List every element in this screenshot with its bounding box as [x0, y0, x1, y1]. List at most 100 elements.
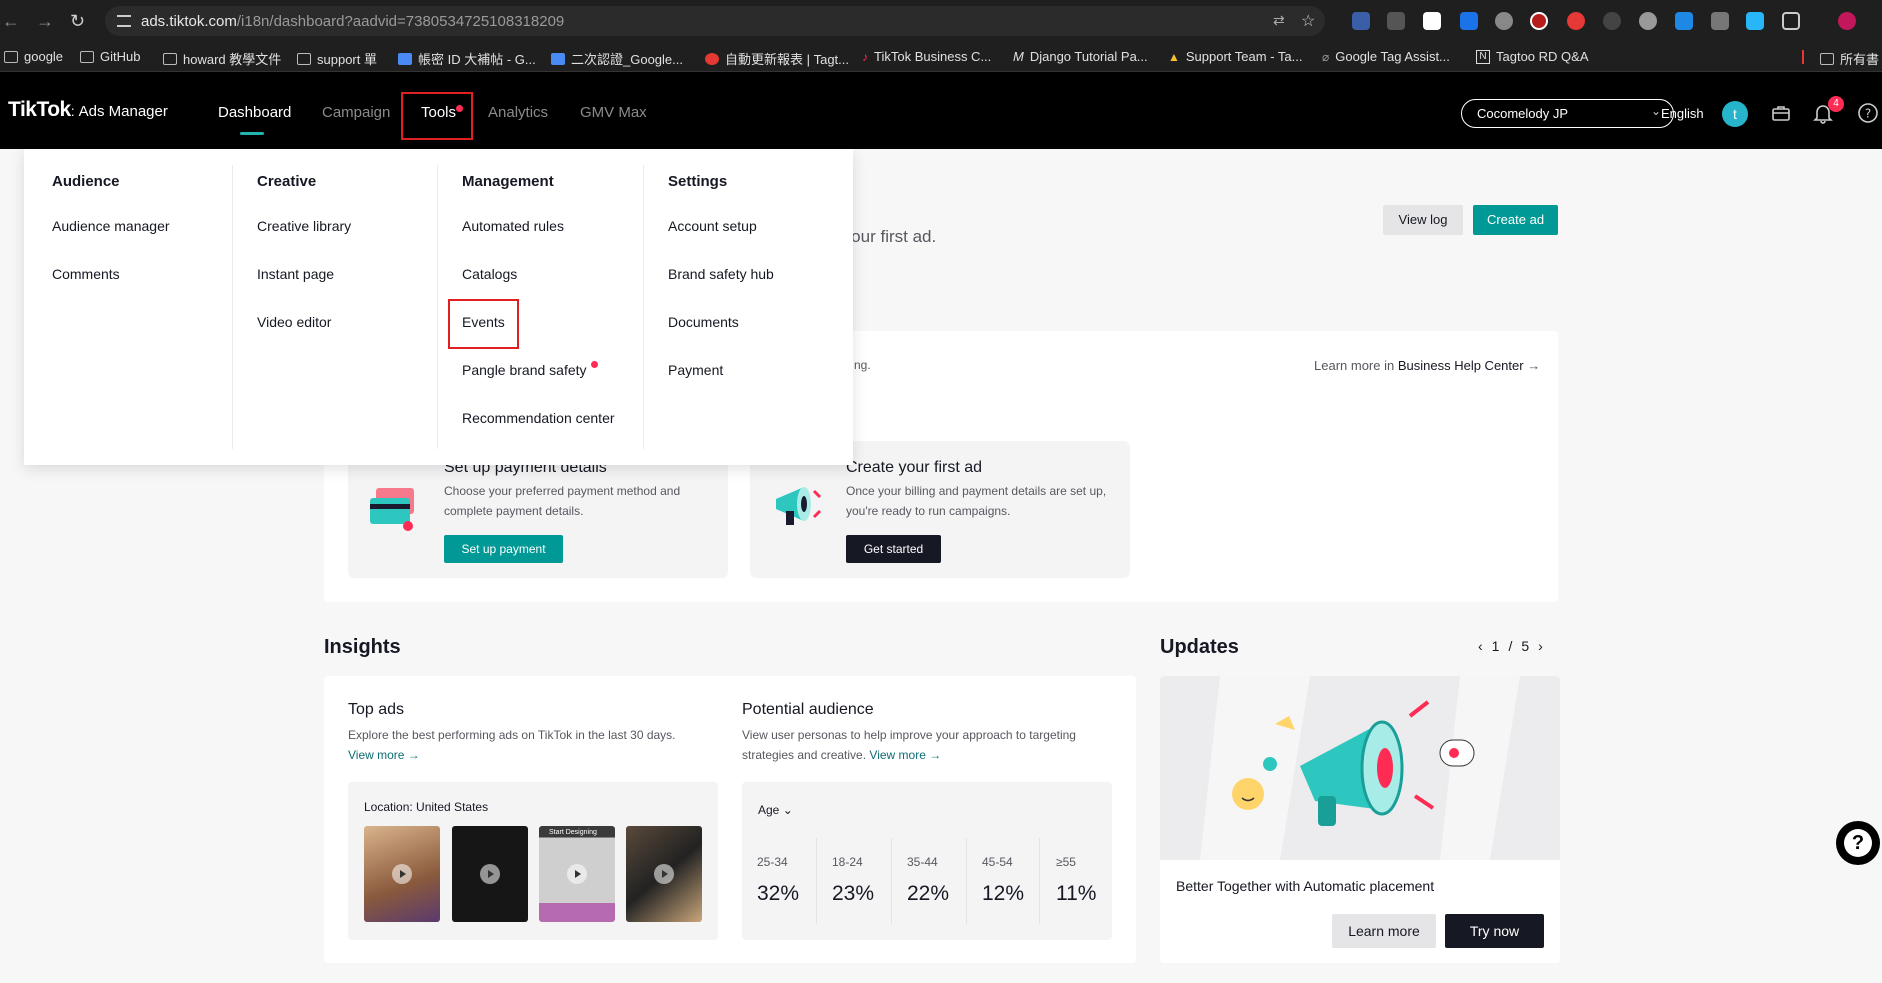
bookmark-item[interactable]: google: [4, 49, 63, 64]
bookmark-item[interactable]: GitHub: [80, 49, 140, 64]
ad-thumbnail[interactable]: [452, 826, 528, 922]
ad-thumbnail[interactable]: Start Designing: [539, 826, 615, 922]
top-ads-panel: Location: United States Start Designing: [348, 782, 718, 940]
play-icon: [480, 864, 500, 884]
doc-icon: [398, 52, 412, 65]
updates-card: Better Together with Automatic placement…: [1160, 676, 1560, 963]
menu-item-instant-page[interactable]: Instant page: [257, 266, 334, 282]
extension-icon[interactable]: [1746, 12, 1764, 30]
menu-item-recommendation-center[interactable]: Recommendation center: [462, 410, 615, 426]
bookmark-item[interactable]: ⌀ Google Tag Assist...: [1322, 49, 1450, 64]
help-center-link[interactable]: Learn more in Business Help Center →: [1314, 358, 1540, 373]
age-filter[interactable]: Age ⌄: [758, 803, 793, 817]
set-up-payment-button[interactable]: Set up payment: [444, 535, 563, 563]
bookmark-item[interactable]: M Django Tutorial Pa...: [1013, 49, 1148, 64]
potential-audience-title: Potential audience: [742, 701, 874, 718]
bookmark-item[interactable]: N Tagtoo RD Q&A: [1476, 49, 1589, 64]
target-icon[interactable]: [1567, 12, 1585, 30]
extension-icon[interactable]: [1460, 12, 1478, 30]
view-log-button[interactable]: View log: [1383, 205, 1463, 235]
bookmark-item[interactable]: 自動更新報表 | Tagt...: [705, 49, 849, 68]
menu-item-catalogs[interactable]: Catalogs: [462, 266, 517, 282]
drive-icon: ▲: [1168, 49, 1180, 64]
menu-item-documents[interactable]: Documents: [668, 314, 739, 330]
folder-icon: [297, 52, 311, 65]
menu-item-account-setup[interactable]: Account setup: [668, 218, 757, 234]
folder-icon: [163, 52, 177, 65]
payment-card-icon: [370, 488, 414, 531]
extension-icon[interactable]: [1423, 12, 1441, 30]
folder-icon: [1820, 52, 1834, 65]
profile-icon[interactable]: [1838, 12, 1856, 30]
menu-item-brand-safety-hub[interactable]: Brand safety hub: [668, 266, 774, 282]
bookmark-item[interactable]: ♪ TikTok Business C...: [862, 49, 991, 64]
setup-text: ng.: [854, 358, 871, 372]
top-ads-view-more[interactable]: View more →: [348, 745, 420, 765]
extension-icon[interactable]: [1387, 12, 1405, 30]
help-icon[interactable]: ?: [1857, 102, 1879, 124]
location-label: Location: United States: [364, 800, 489, 814]
avatar[interactable]: t: [1722, 101, 1748, 127]
puzzle-icon[interactable]: [1782, 12, 1800, 30]
tiktok-icon: ♪: [862, 49, 868, 64]
site-settings-icon[interactable]: [117, 15, 131, 27]
bookmark-item[interactable]: howard 教學文件: [163, 49, 281, 68]
tiktok-ads-logo[interactable]: TikTok: Ads Manager: [8, 98, 168, 122]
help-fab-icon[interactable]: [1836, 821, 1880, 865]
bookmark-item[interactable]: 帳密 ID 大補帖 - G...: [398, 49, 536, 68]
menu-item-payment[interactable]: Payment: [668, 362, 723, 378]
bookmarks-bar: google GitHub howard 教學文件 support 單 帳密 I…: [0, 42, 1882, 72]
nav-dashboard[interactable]: Dashboard: [218, 104, 291, 135]
create-ad-button[interactable]: Create ad: [1473, 205, 1558, 235]
briefcase-icon[interactable]: [1770, 102, 1792, 124]
tag-icon: ⌀: [1322, 49, 1330, 64]
nav-gmv-max[interactable]: GMV Max: [580, 104, 647, 121]
chevron-right-icon[interactable]: ›: [1538, 638, 1543, 654]
ad-thumbnail[interactable]: [364, 826, 440, 922]
forward-icon[interactable]: →: [36, 10, 54, 32]
bookmark-item[interactable]: ▲ Support Team - Ta...: [1168, 49, 1302, 64]
extension-icon[interactable]: [1603, 12, 1621, 30]
age-stat: 45-54 12%: [982, 855, 1025, 905]
extension-icon[interactable]: [1675, 12, 1693, 30]
language-selector[interactable]: English: [1661, 106, 1704, 121]
tools-highlight-box: [401, 92, 473, 140]
ad-thumbnail[interactable]: [626, 826, 702, 922]
first-ad-card-desc: Once your billing and payment details ar…: [846, 484, 1107, 518]
reload-icon[interactable]: ↻: [70, 10, 85, 32]
back-icon[interactable]: ←: [2, 10, 20, 32]
bookmark-item[interactable]: 二次認證_Google...: [551, 49, 683, 68]
extension-icon[interactable]: [1495, 12, 1513, 30]
menu-item-audience-manager[interactable]: Audience manager: [52, 218, 170, 234]
divider: [891, 838, 892, 924]
menu-item-video-editor[interactable]: Video editor: [257, 314, 331, 330]
account-selector[interactable]: Cocomelody JP ⌄: [1461, 99, 1674, 128]
thumbnail-caption: Start Designing: [549, 829, 597, 836]
menu-heading-management: Management: [462, 173, 554, 190]
nav-campaign[interactable]: Campaign: [322, 104, 390, 121]
bookmark-star-icon[interactable]: ☆: [1301, 11, 1315, 31]
folder-icon: [4, 50, 18, 63]
menu-item-pangle-brand-safety[interactable]: Pangle brand safety: [462, 362, 587, 378]
address-bar[interactable]: ads.tiktok.com/i18n/dashboard?aadvid=738…: [105, 6, 1325, 36]
extension-icon[interactable]: [1352, 12, 1370, 30]
learn-more-button[interactable]: Learn more: [1332, 914, 1436, 948]
try-now-button[interactable]: Try now: [1445, 914, 1544, 948]
updates-title: Updates: [1160, 636, 1239, 658]
bookmark-item[interactable]: 所有書: [1820, 49, 1879, 68]
age-stat: 25-34 32%: [757, 855, 800, 905]
bookmark-item[interactable]: support 單: [297, 49, 377, 68]
extension-icon[interactable]: [1639, 12, 1657, 30]
get-started-button[interactable]: Get started: [846, 535, 941, 563]
menu-item-automated-rules[interactable]: Automated rules: [462, 218, 564, 234]
audience-view-more[interactable]: View more →: [869, 748, 941, 762]
first-ad-card-title: Create your first ad: [846, 459, 983, 476]
chevron-left-icon[interactable]: ‹: [1478, 638, 1483, 654]
divider: [966, 838, 967, 924]
menu-item-creative-library[interactable]: Creative library: [257, 218, 351, 234]
menu-item-comments[interactable]: Comments: [52, 266, 120, 282]
nav-analytics[interactable]: Analytics: [488, 104, 548, 121]
translate-icon[interactable]: ⇄: [1273, 12, 1285, 29]
ublock-icon[interactable]: [1530, 12, 1548, 30]
extension-icon[interactable]: [1711, 12, 1729, 30]
